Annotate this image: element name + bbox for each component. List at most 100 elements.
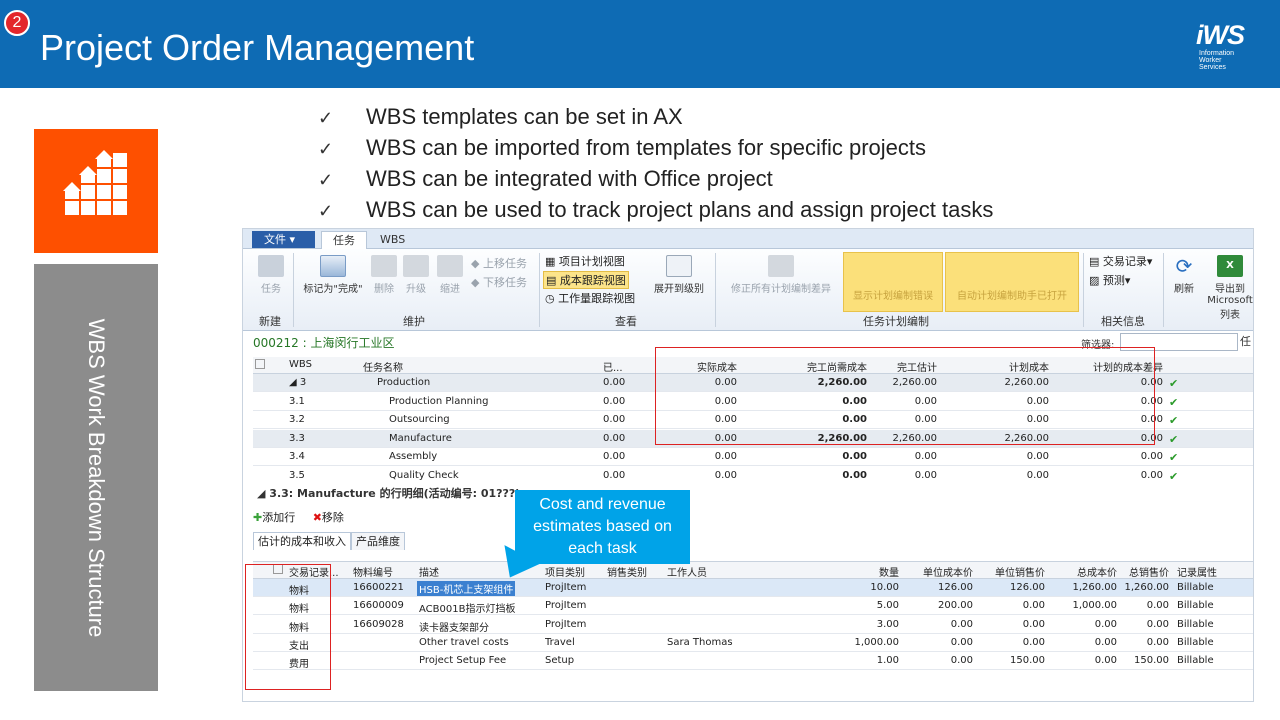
remove-button[interactable]: ✖移除 [313, 511, 344, 524]
select-all-checkbox[interactable] [255, 359, 265, 369]
project-category-cell: ProjItem [545, 582, 587, 593]
slide-title: Project Order Management [40, 27, 475, 68]
task-name-cell: Quality Check [389, 469, 459, 481]
quantity-cell: 5.00 [876, 600, 899, 612]
done-cell: 0.00 [603, 469, 626, 481]
unit-price-cell: 0.00 [1022, 618, 1045, 630]
tab-estimated-cost-revenue[interactable]: 估计的成本和收入 [253, 532, 351, 550]
total-price-cell: 1,260.00 [1124, 582, 1169, 593]
show-planning-errors-button[interactable]: 显示计划编制错误 [843, 252, 943, 312]
unit-price-cell: 126.00 [1010, 582, 1045, 593]
record-attribute-cell: Billable [1177, 655, 1214, 667]
total-cost-cell: 0.00 [1094, 636, 1117, 648]
filter-dropdown[interactable]: 任 [1240, 333, 1251, 349]
task-name-cell: Assembly [389, 451, 438, 462]
lines-section-header[interactable]: ◢ 3.3: Manufacture 的行明细(活动编号: 01???) [243, 481, 1253, 501]
ribbon: 任务 新建 标记为"完成" 删除 升级 缩进 ◆ 上移任务 ◆ 下移任务 维护 … [243, 249, 1253, 331]
unit-cost-cell: 200.00 [938, 600, 973, 612]
col-record-attribute[interactable]: 记录属性 [1177, 564, 1217, 579]
description-cell: ACB001B指示灯挡板 [419, 604, 516, 616]
up-arrow-icon: ◆ [471, 257, 483, 270]
table-row[interactable]: 物料 16600009 ACB001B指示灯挡板 ProjItem 5.00 200.00… [253, 597, 1253, 616]
cost-columns-highlight [655, 347, 1155, 445]
move-up-button[interactable]: ◆ 上移任务 [471, 255, 527, 271]
tab-task[interactable]: 任务 [321, 231, 367, 249]
expand-level-button[interactable]: 展开到级别 [647, 255, 711, 295]
done-cell: 0.00 [603, 414, 626, 425]
quantity-cell: 3.00 [876, 618, 899, 630]
side-label-text: WBS Work Breakdown Structure [84, 318, 109, 638]
effort-tracking-view-button[interactable]: ◷ 工作量跟踪视图 [545, 290, 635, 306]
description-cell[interactable]: HSB-机芯上支架组件 [417, 581, 516, 596]
unit-cost-cell: 0.00 [950, 655, 973, 667]
variance-cell: 0.00 [1140, 451, 1163, 462]
project-plan-view-button[interactable]: ▦ 项目计划视图 [545, 253, 625, 269]
eac-cell: 0.00 [914, 451, 937, 462]
fix-all-variances-button[interactable]: 修正所有计划编制差异 [721, 255, 841, 295]
add-line-button[interactable]: ✚添加行 [253, 511, 295, 524]
group-separator [715, 253, 716, 327]
table-row[interactable]: 费用 Project Setup Fee Setup 1.00 0.00 150.00 0.… [253, 652, 1253, 671]
checklist-icon [320, 255, 346, 277]
promote-button[interactable]: 升级 [401, 255, 431, 295]
bullet-item: ✓ WBS can be used to track project plans … [318, 195, 993, 226]
tab-product-dimensions[interactable]: 产品维度 [351, 532, 405, 550]
demote-button[interactable]: 缩进 [435, 255, 465, 295]
logo-sub-3: Services [1199, 64, 1226, 71]
col-sales-category[interactable]: 销售类别 [607, 564, 647, 579]
file-menu-button[interactable]: 文件 ▾ [252, 231, 315, 248]
table-row[interactable]: 3.4 Assembly 0.00 0.00 0.00 0.00 0.00 0.00 ✔ [253, 448, 1253, 466]
table-row[interactable]: 支出 Other travel costs Travel Sara Thomas 1,0… [253, 634, 1253, 652]
col-task-name[interactable]: 任务名称 [363, 359, 403, 374]
export-excel-button[interactable]: X 导出到 Microsoft 列表 [1205, 255, 1253, 321]
plus-icon: ✚ [253, 511, 263, 524]
col-description[interactable]: 描述 [419, 564, 439, 579]
hierarchy-blocks-icon [63, 150, 127, 215]
actual-cost-cell: 0.00 [714, 469, 737, 481]
mark-complete-button[interactable]: 标记为"完成" [297, 255, 369, 295]
bullet-item: ✓ WBS templates can be set in AX [318, 102, 993, 133]
quantity-cell: 10.00 [870, 582, 899, 593]
item-number-cell: 16600009 [353, 600, 404, 612]
outdent-icon [403, 255, 429, 277]
delete-button[interactable]: 删除 [369, 255, 399, 295]
tab-wbs[interactable]: WBS [369, 231, 416, 249]
task-name-cell: Manufacture [389, 432, 452, 444]
transactions-menu[interactable]: ▤ 交易记录▾ [1089, 253, 1152, 269]
col-done[interactable]: 已... [603, 359, 623, 374]
table-row[interactable]: 物料 16609028 读卡器支架部分 ProjItem 3.00 0.00 0.00 0.0… [253, 616, 1253, 634]
fix-plan-icon [768, 255, 794, 277]
group-separator [293, 253, 294, 327]
col-total-price[interactable]: 总销售价 [1119, 564, 1169, 579]
slide-number-badge: 2 [4, 10, 30, 36]
col-wbs[interactable]: WBS [289, 359, 312, 370]
col-item-number[interactable]: 物料编号 [353, 564, 393, 579]
logo-sub-1: Information [1199, 50, 1235, 57]
unit-cost-cell: 0.00 [950, 636, 973, 648]
col-unit-cost[interactable]: 单位成本价 [901, 564, 973, 579]
description-cell: Project Setup Fee [419, 655, 507, 667]
worker-cell: Sara Thomas [667, 636, 733, 648]
move-down-button[interactable]: ◆ 下移任务 [471, 274, 527, 290]
col-total-cost[interactable]: 总成本价 [1047, 564, 1117, 579]
document-icon: ▤ [1089, 255, 1103, 268]
tree-expand-icon [666, 255, 692, 277]
col-quantity[interactable]: 数量 [833, 564, 899, 579]
group-related-label: 相关信息 [1101, 315, 1145, 328]
slide-header: 2 Project Order Management iWS Informati… [0, 0, 1280, 88]
col-project-category[interactable]: 项目类别 [545, 564, 585, 579]
project-category-cell: ProjItem [545, 600, 587, 612]
new-task-button[interactable]: 任务 [251, 255, 291, 295]
cost-tracking-view-button[interactable]: ▤ 成本跟踪视图 [543, 271, 629, 289]
table-row[interactable]: 物料 16600221 HSB-机芯上支架组件 ProjItem 10.00 126.00… [253, 579, 1253, 597]
unit-cost-cell: 126.00 [938, 582, 973, 593]
project-category-cell: Setup [545, 655, 575, 667]
col-unit-price[interactable]: 单位销售价 [975, 564, 1045, 579]
task-icon [258, 255, 284, 277]
total-cost-cell: 0.00 [1094, 655, 1117, 667]
refresh-button[interactable]: ⟳ 刷新 [1167, 255, 1201, 295]
forecast-menu[interactable]: ▨ 预测▾ [1089, 272, 1130, 288]
auto-planning-assistant-button[interactable]: 自动计划编制助手已打开 [945, 252, 1079, 312]
col-worker[interactable]: 工作人员 [667, 564, 707, 579]
project-breadcrumb: 000212 : 上海闵行工业区 [253, 336, 395, 350]
